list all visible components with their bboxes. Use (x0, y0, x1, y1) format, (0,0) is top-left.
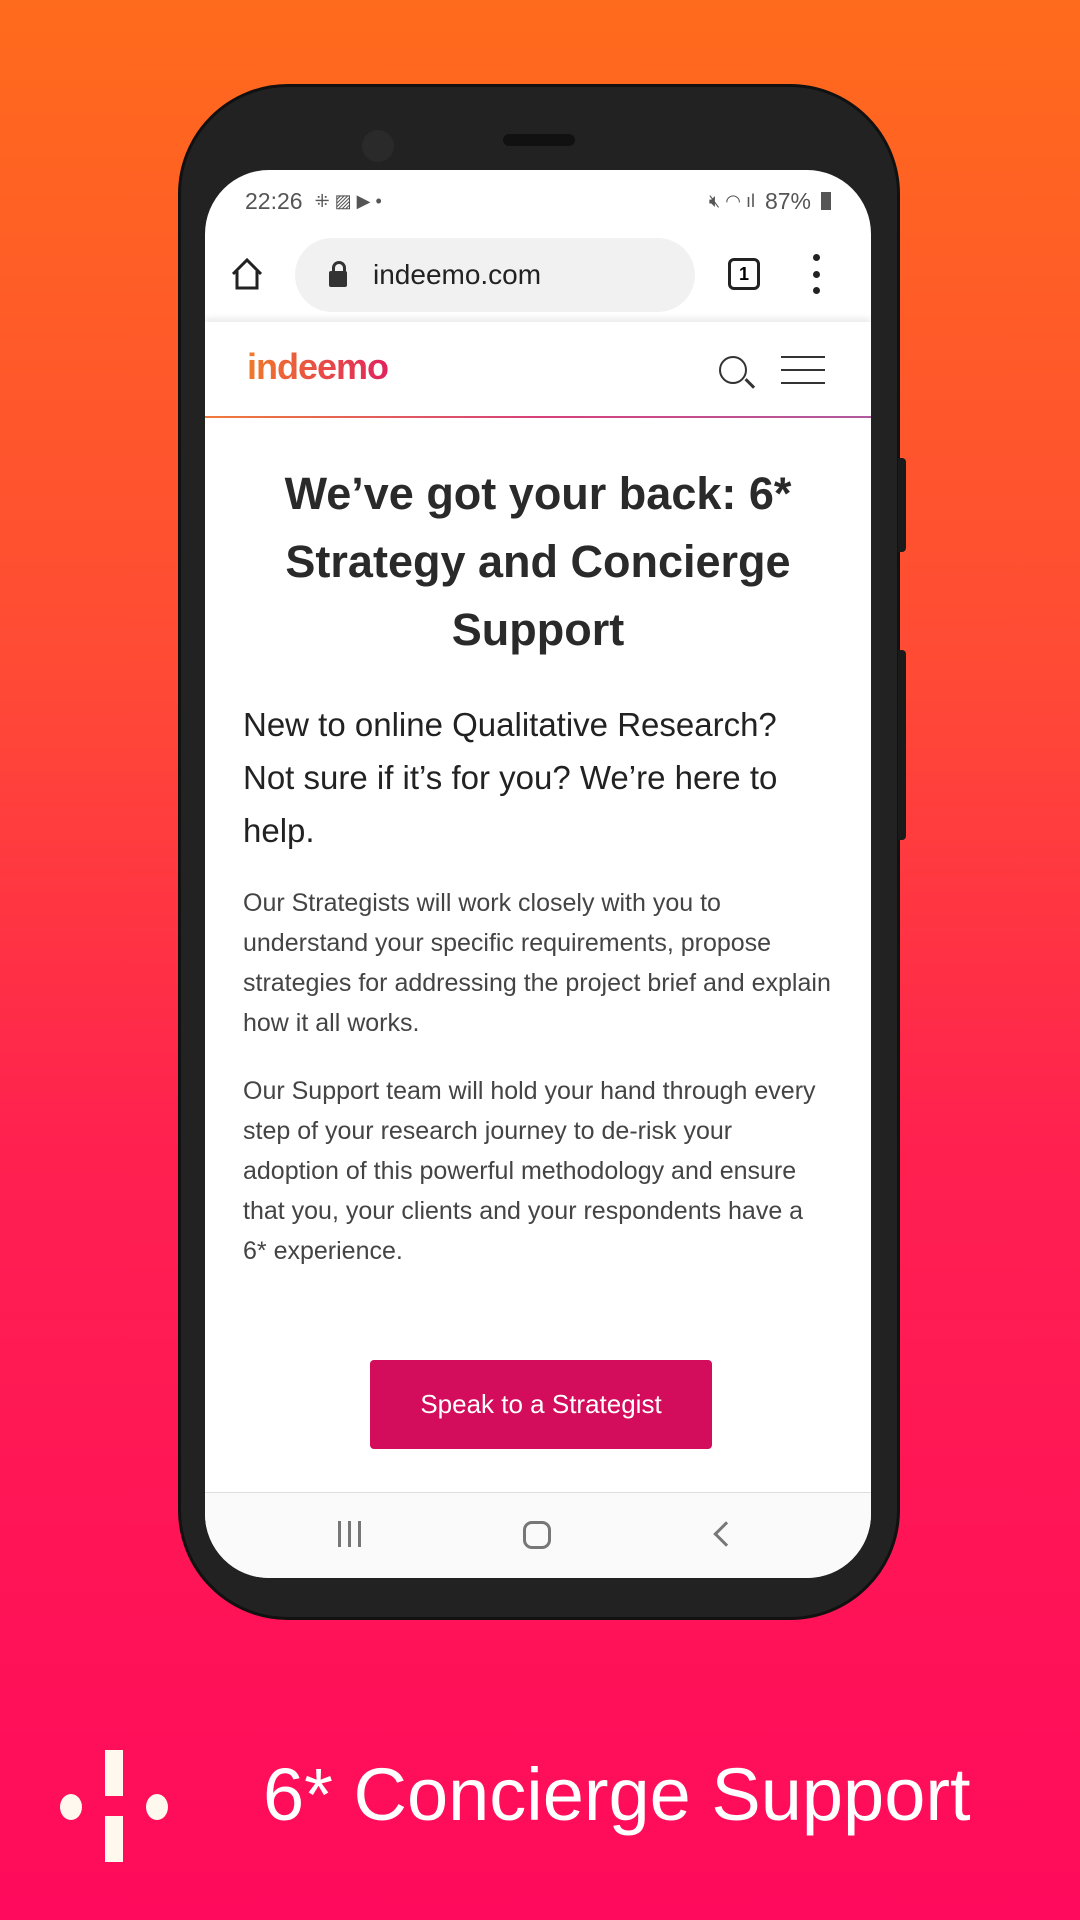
paragraph-support: Our Support team will hold your hand thr… (243, 1077, 816, 1265)
home-icon[interactable] (229, 256, 265, 292)
site-header: indeemo (205, 322, 871, 418)
status-time: 22:26 (245, 187, 303, 214)
volume-button (898, 458, 906, 552)
search-icon[interactable] (719, 356, 747, 384)
recent-apps-icon[interactable] (338, 1521, 361, 1547)
page-title: We’ve got your back: 6* Strategy and Con… (284, 468, 792, 655)
battery-icon (821, 192, 831, 210)
notification-icons: ⁜ ▨ ▶ • (314, 190, 382, 211)
url-text: indeemo.com (373, 259, 542, 290)
front-camera (362, 130, 394, 162)
site-logo[interactable]: indeemo (247, 346, 389, 388)
signal-icons: 🔇︎ ◠ ıl (708, 190, 755, 211)
status-bar: 22:26 ⁜ ▨ ▶ • 🔇︎ ◠ ıl 87% (245, 186, 831, 216)
tagline: 6* Concierge Support (263, 1753, 971, 1836)
overflow-menu-icon[interactable] (812, 254, 820, 294)
speak-to-strategist-button[interactable]: Speak to a Strategist (370, 1360, 712, 1449)
back-icon[interactable] (713, 1521, 739, 1547)
hamburger-menu-icon[interactable] (781, 356, 825, 384)
lock-icon (329, 261, 347, 287)
url-bar[interactable]: indeemo.com (295, 238, 695, 312)
page-subtitle: New to online Qualitative Research? Not … (243, 706, 778, 849)
phone-screen: 22:26 ⁜ ▨ ▶ • 🔇︎ ◠ ıl 87% indeemo.com 1 i… (205, 170, 871, 1578)
home-nav-icon[interactable] (523, 1521, 551, 1549)
android-nav-bar (205, 1492, 871, 1578)
paragraph-strategists: Our Strategists will work closely with y… (243, 889, 831, 1037)
power-button (898, 650, 906, 840)
page-content: We’ve got your back: 6* Strategy and Con… (243, 460, 833, 1271)
browser-toolbar: indeemo.com 1 (205, 236, 871, 320)
tab-switcher-button[interactable]: 1 (728, 258, 760, 290)
indeemo-brand-mark (60, 1750, 170, 1864)
earpiece (503, 134, 575, 146)
battery-level: 87% (764, 187, 811, 214)
